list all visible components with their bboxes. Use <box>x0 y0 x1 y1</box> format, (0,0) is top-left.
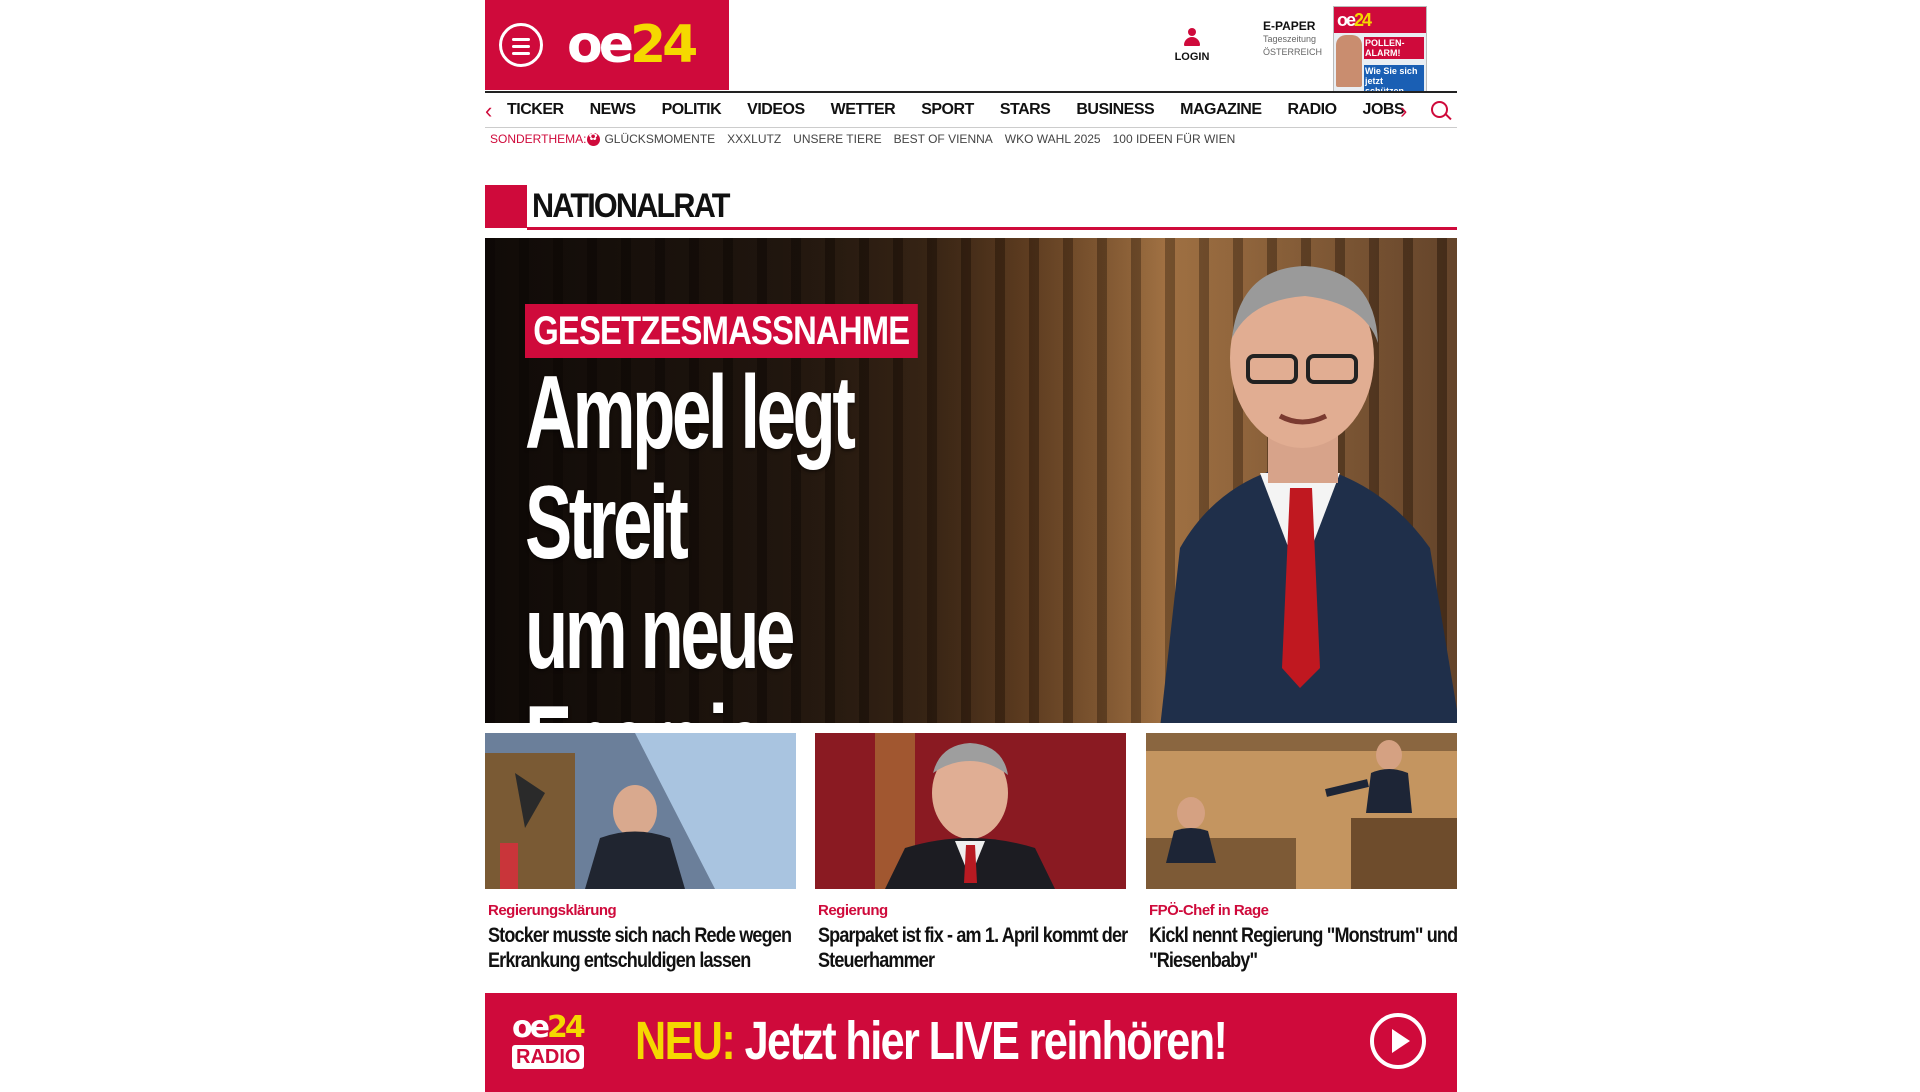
epaper-brand: ÖSTERREICH <box>1263 47 1323 57</box>
teaser-card[interactable]: Regierung Sparpaket ist fix - am 1. Apri… <box>815 733 1128 973</box>
teaser-kicker: Regierungsklärung <box>488 902 617 919</box>
nav-item[interactable]: SPORT <box>921 93 974 127</box>
site-logo[interactable]: oe24 <box>567 10 698 80</box>
radio-banner-text: NEU: Jetzt hier LIVE reinhören! <box>635 1011 1228 1071</box>
section-divider <box>527 227 1457 230</box>
nav-item[interactable]: MAGAZINE <box>1180 93 1262 127</box>
special-topic-link[interactable]: XXXLUTZ <box>727 132 781 146</box>
main-nav: ‹ TICKER NEWS POLITIK VIDEOS WETTER SPORT STAR… <box>485 91 1457 128</box>
special-topics-bar: SONDERTHEMA: GLÜCKSMOMENTE XXXLUTZ UNSERE … <box>490 130 1247 148</box>
cover-logo: oe24 <box>1337 10 1372 30</box>
section-title[interactable]: NATIONALRAT <box>532 187 730 226</box>
special-topic-link[interactable]: UNSERE TIERE <box>793 132 881 146</box>
hero-article[interactable]: GESETZESMASSNAHME Ampel legt Streit um n… <box>485 238 1457 723</box>
teaser-title[interactable]: Kickl nennt Regierung "Monstrum" und "Ri… <box>1149 923 1459 973</box>
search-icon[interactable] <box>1431 101 1448 118</box>
logo-oe: oe <box>567 15 634 75</box>
nav-item[interactable]: VIDEOS <box>747 93 805 127</box>
menu-icon[interactable] <box>499 23 543 67</box>
teaser-kicker: Regierung <box>818 902 888 919</box>
nav-item[interactable]: BUSINESS <box>1076 93 1154 127</box>
radio-logo-label: RADIO <box>512 1045 585 1069</box>
teaser-image <box>485 733 796 889</box>
nav-item[interactable]: TICKER <box>507 93 564 127</box>
epaper-link[interactable]: E-PAPER Tageszeitung ÖSTERREICH <box>1263 20 1333 59</box>
nav-item[interactable]: RADIO <box>1287 93 1337 127</box>
hero-topic-badge: GESETZESMASSNAHME <box>525 304 918 358</box>
teaser-card[interactable]: Regierungsklärung Stocker musste sich na… <box>485 733 796 973</box>
special-topic-link[interactable]: 100 IDEEN FÜR WIEN <box>1113 132 1236 146</box>
nav-item[interactable]: WETTER <box>831 93 896 127</box>
chevron-right-icon[interactable]: › <box>1400 98 1407 124</box>
login-button[interactable]: LOGIN <box>1170 28 1214 63</box>
teaser-title[interactable]: Stocker musste sich nach Rede wegen Erkr… <box>488 923 798 973</box>
cover-photo <box>1336 35 1362 87</box>
epaper-subtitle: Tageszeitung <box>1263 34 1317 44</box>
logo-box: oe24 <box>485 0 729 90</box>
nav-item[interactable]: NEWS <box>590 93 637 127</box>
teaser-image <box>1146 733 1457 889</box>
teaser-row: Regierungsklärung Stocker musste sich na… <box>485 733 1459 973</box>
cover-subheadline: Wie Sie sich jetzt schützen <box>1364 65 1424 91</box>
nav-item[interactable]: STARS <box>1000 93 1051 127</box>
logo-24: 24 <box>630 15 698 75</box>
user-icon <box>1184 28 1200 48</box>
special-topics-label: SONDERTHEMA: <box>490 132 587 146</box>
teaser-kicker: FPÖ-Chef in Rage <box>1149 902 1269 919</box>
radio-logo: oe24 RADIO <box>512 1010 586 1069</box>
epaper-title: E-PAPER <box>1263 19 1316 33</box>
chevron-left-icon[interactable]: ‹ <box>485 98 492 124</box>
nav-item[interactable]: POLITIK <box>662 93 722 127</box>
special-topic-link[interactable]: WKO WAHL 2025 <box>1005 132 1101 146</box>
flower-icon <box>587 130 601 146</box>
teaser-image <box>815 733 1126 889</box>
cover-headline: POLLEN-ALARM! <box>1364 37 1424 59</box>
teaser-title[interactable]: Sparpaket ist fix - am 1. April kommt de… <box>818 923 1128 973</box>
nav-item[interactable]: JOBS <box>1363 93 1405 127</box>
radio-banner[interactable]: oe24 RADIO NEU: Jetzt hier LIVE reinhöre… <box>485 993 1457 1092</box>
play-icon[interactable] <box>1370 1013 1426 1069</box>
login-label: LOGIN <box>1174 51 1210 63</box>
nav-list: TICKER NEWS POLITIK VIDEOS WETTER SPORT STARS B… <box>507 93 1430 127</box>
section-marker <box>485 185 527 228</box>
section-header: NATIONALRAT <box>485 185 1457 230</box>
special-topic-link[interactable]: BEST OF VIENNA <box>894 132 993 146</box>
page: oe24 LOGIN E-PAPER Tageszeitung ÖSTERREI… <box>485 0 1459 1092</box>
hero-headline[interactable]: Ampel legt Streit um neue Energie- Gewin… <box>525 358 1001 723</box>
teaser-card[interactable]: FPÖ-Chef in Rage Kickl nennt Regierung "… <box>1146 733 1459 973</box>
special-topic-link[interactable]: GLÜCKSMOMENTE <box>604 132 715 146</box>
epaper-cover-image[interactable]: oe24 POLLEN-ALARM! Wie Sie sich jetzt sc… <box>1333 6 1427 92</box>
